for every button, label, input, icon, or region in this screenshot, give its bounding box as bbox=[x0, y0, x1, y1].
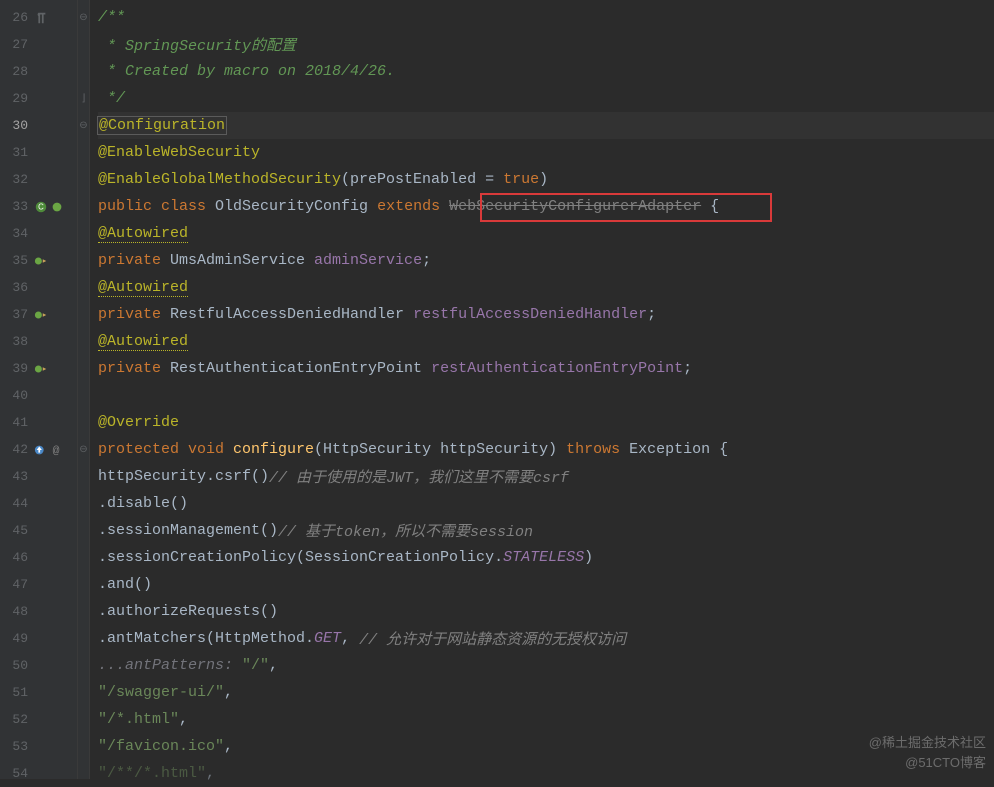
code-line: /** bbox=[98, 4, 994, 31]
watermark: @51CTO博客 bbox=[905, 752, 986, 771]
bean-icon[interactable] bbox=[34, 254, 48, 268]
watermark: @稀土掘金技术社区 bbox=[869, 732, 986, 751]
svg-text:C: C bbox=[38, 202, 44, 211]
override-icon[interactable] bbox=[34, 443, 48, 457]
deprecated-class: WebSecurityConfigurerAdapter bbox=[449, 198, 701, 215]
at-icon[interactable]: @ bbox=[50, 443, 64, 457]
caret-location: @Configuration bbox=[98, 117, 226, 134]
code-area[interactable]: /** * SpringSecurity的配置 * Created by mac… bbox=[90, 0, 994, 779]
bean-icon[interactable] bbox=[34, 362, 48, 376]
svg-text:@: @ bbox=[53, 445, 60, 457]
fold-column: ⊖ ⌋ ⊖ ⊖ bbox=[78, 0, 90, 779]
gutter: 26 27 28 29 30 31 32 33C 34 35 36 37 38 … bbox=[0, 0, 78, 779]
fold-toggle[interactable]: ⊖ bbox=[78, 4, 89, 31]
bean-icon[interactable] bbox=[50, 200, 64, 214]
gutter-line: 26 bbox=[0, 4, 77, 31]
code-editor[interactable]: 26 27 28 29 30 31 32 33C 34 35 36 37 38 … bbox=[0, 0, 994, 779]
class-icon[interactable]: C bbox=[34, 200, 48, 214]
fold-toggle[interactable]: ⊖ bbox=[78, 436, 89, 463]
paragraph-icon bbox=[34, 11, 48, 25]
fold-toggle[interactable]: ⊖ bbox=[78, 112, 89, 139]
bean-icon[interactable] bbox=[34, 308, 48, 322]
fold-close[interactable]: ⌋ bbox=[78, 85, 89, 112]
